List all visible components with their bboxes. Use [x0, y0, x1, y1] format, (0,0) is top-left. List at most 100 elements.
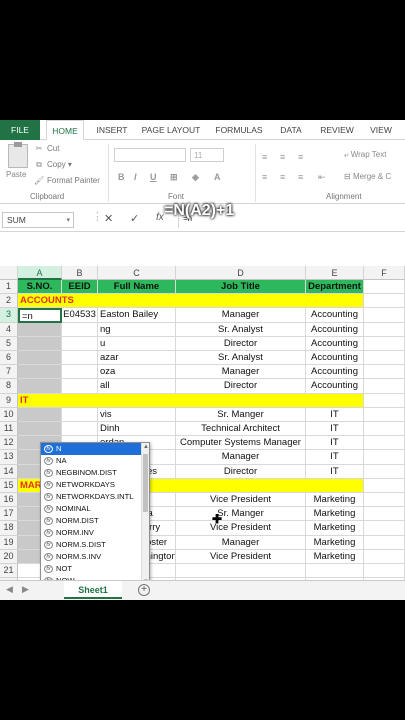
cell[interactable]: [364, 564, 405, 579]
autocomplete-item[interactable]: fx NETWORKDAYS: [41, 479, 149, 491]
sno-cell[interactable]: [18, 407, 62, 422]
table-cell[interactable]: IT: [306, 422, 364, 437]
table-cell[interactable]: Technical Architect: [176, 422, 306, 437]
autocomplete-item[interactable]: fx NA: [41, 455, 149, 467]
cell[interactable]: [364, 308, 405, 323]
table-cell[interactable]: Sr. Manger: [176, 507, 306, 522]
table-cell[interactable]: Sr. Analyst: [176, 322, 306, 337]
table-cell[interactable]: u: [98, 336, 176, 351]
cell[interactable]: [364, 336, 405, 351]
indent-icon[interactable]: ⇤: [318, 172, 326, 183]
cell[interactable]: [176, 564, 306, 579]
table-cell[interactable]: oza: [98, 365, 176, 380]
tab-page-layout[interactable]: PAGE LAYOUT: [140, 120, 202, 140]
table-cell[interactable]: IT: [306, 450, 364, 465]
autocomplete-item[interactable]: fx NORM.S.INV: [41, 551, 149, 563]
table-cell[interactable]: [62, 365, 98, 380]
tab-insert[interactable]: INSERT: [92, 120, 132, 140]
cell[interactable]: [364, 365, 405, 380]
row-header-14[interactable]: 14: [0, 464, 18, 479]
row-header-6[interactable]: 6: [0, 351, 18, 366]
tab-review[interactable]: REVIEW: [316, 120, 358, 140]
cell[interactable]: [364, 393, 405, 408]
table-cell[interactable]: Vice President: [176, 549, 306, 564]
sheet-tab-sheet1[interactable]: Sheet1: [64, 581, 122, 599]
align-middle-icon[interactable]: ≡: [280, 152, 285, 162]
table-cell[interactable]: Manager: [176, 308, 306, 323]
wrap-text-button[interactable]: ⤶ Wrap Text: [344, 150, 386, 160]
table-cell[interactable]: Accounting: [306, 351, 364, 366]
table-cell[interactable]: [62, 322, 98, 337]
autocomplete-item[interactable]: fx NORM.DIST: [41, 515, 149, 527]
table-cell[interactable]: ng: [98, 322, 176, 337]
table-cell[interactable]: IT: [306, 407, 364, 422]
table-cell[interactable]: Easton Bailey: [98, 308, 176, 323]
table-cell[interactable]: Marketing: [306, 521, 364, 536]
column-header-e[interactable]: E: [306, 266, 364, 280]
cancel-button[interactable]: ✕: [104, 212, 113, 225]
add-sheet-icon[interactable]: +: [138, 584, 150, 596]
row-header-21[interactable]: 21: [0, 564, 18, 579]
align-top-icon[interactable]: ≡: [262, 152, 267, 162]
column-header-c[interactable]: C: [98, 266, 176, 280]
row-header-7[interactable]: 7: [0, 365, 18, 380]
font-color-button[interactable]: A: [214, 172, 221, 182]
autocomplete-item[interactable]: fx N: [41, 443, 149, 455]
copy-button[interactable]: ⧉ Copy ▾: [34, 160, 72, 170]
tab-file[interactable]: FILE: [0, 120, 40, 140]
cell[interactable]: [364, 407, 405, 422]
row-header-12[interactable]: 12: [0, 436, 18, 451]
autocomplete-scrollbar[interactable]: ▲ ▼: [141, 443, 149, 586]
row-header-3[interactable]: 3: [0, 308, 18, 323]
cell[interactable]: [364, 280, 405, 295]
merge-center-button[interactable]: ⊟ Merge & C: [344, 172, 391, 181]
table-cell[interactable]: Manager: [176, 535, 306, 550]
table-cell[interactable]: Sr. Analyst: [176, 351, 306, 366]
sno-cell[interactable]: [18, 379, 62, 394]
table-cell[interactable]: [62, 379, 98, 394]
paste-label[interactable]: Paste: [6, 170, 26, 179]
header-cell[interactable]: Job Title: [176, 280, 306, 295]
row-header-20[interactable]: 20: [0, 549, 18, 564]
cell[interactable]: [364, 322, 405, 337]
paste-icon[interactable]: [8, 142, 28, 168]
insert-function-button[interactable]: fx: [156, 212, 164, 223]
cell[interactable]: [364, 379, 405, 394]
align-center-icon[interactable]: ≡: [280, 172, 285, 182]
column-header-d[interactable]: D: [176, 266, 306, 280]
sno-cell[interactable]: [18, 365, 62, 380]
table-cell[interactable]: Manager: [176, 365, 306, 380]
table-cell[interactable]: Marketing: [306, 507, 364, 522]
tab-data[interactable]: DATA: [276, 120, 306, 140]
table-cell[interactable]: Accounting: [306, 336, 364, 351]
table-cell[interactable]: Manager: [176, 450, 306, 465]
cell[interactable]: [364, 450, 405, 465]
align-bottom-icon[interactable]: ≡: [298, 152, 303, 162]
column-header-b[interactable]: B: [62, 266, 98, 280]
table-cell[interactable]: Director: [176, 336, 306, 351]
table-cell[interactable]: Director: [176, 464, 306, 479]
row-header-9[interactable]: 9: [0, 393, 18, 408]
table-cell[interactable]: [62, 336, 98, 351]
enter-button[interactable]: ✓: [130, 212, 139, 225]
row-header-8[interactable]: 8: [0, 379, 18, 394]
underline-button[interactable]: U: [150, 172, 157, 182]
autocomplete-item[interactable]: fx NORM.INV: [41, 527, 149, 539]
sno-cell[interactable]: [18, 422, 62, 437]
table-cell[interactable]: azar: [98, 351, 176, 366]
table-cell[interactable]: Marketing: [306, 535, 364, 550]
align-left-icon[interactable]: ≡: [262, 172, 267, 182]
cell[interactable]: [364, 422, 405, 437]
sheet-prev-icon[interactable]: ◀: [6, 584, 13, 595]
table-cell[interactable]: IT: [306, 436, 364, 451]
cell[interactable]: [364, 535, 405, 550]
column-header-f[interactable]: F: [364, 266, 405, 280]
borders-button[interactable]: ⊞: [170, 172, 178, 183]
row-header-5[interactable]: 5: [0, 336, 18, 351]
sno-cell[interactable]: [18, 336, 62, 351]
cell[interactable]: [364, 507, 405, 522]
autocomplete-item[interactable]: fx NOMINAL: [41, 503, 149, 515]
table-cell[interactable]: [62, 407, 98, 422]
table-cell[interactable]: vis: [98, 407, 176, 422]
bold-button[interactable]: B: [118, 172, 125, 182]
